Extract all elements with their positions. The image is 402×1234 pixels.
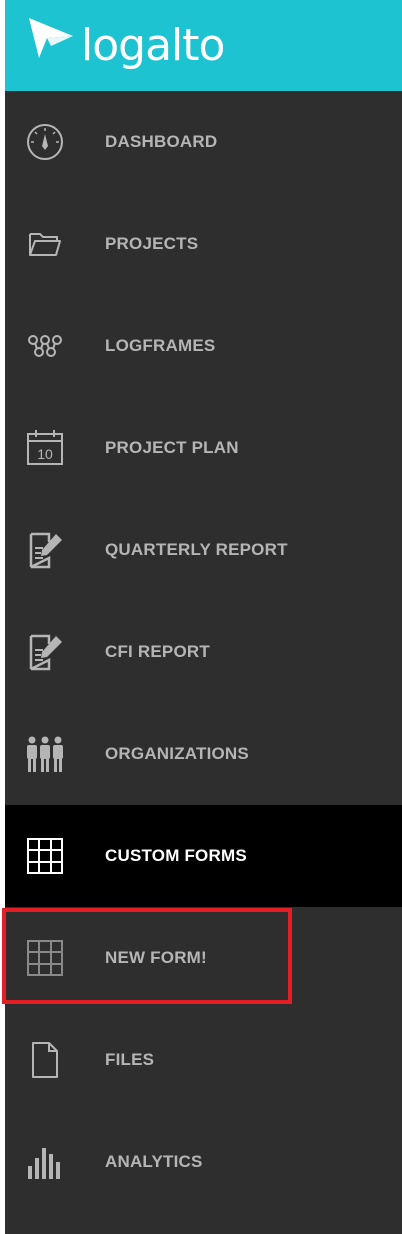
sidebar-item-logframes[interactable]: LOGFRAMES — [5, 295, 402, 397]
sidebar-item-dashboard[interactable]: DASHBOARD — [5, 91, 402, 193]
sidebar-nav: DASHBOARD PROJECTS LOGFRAMES 10 PROJECT … — [5, 91, 402, 1213]
report-edit-icon — [24, 529, 66, 571]
sidebar-item-organizations[interactable]: ORGANIZATIONS — [5, 703, 402, 805]
svg-text:10: 10 — [37, 446, 53, 462]
sidebar: logalto DASHBOARD PROJECTS LOGFRAMES 10 … — [5, 0, 402, 1234]
sidebar-item-label: CUSTOM FORMS — [105, 846, 247, 865]
sidebar-item-custom-forms[interactable]: CUSTOM FORMS — [5, 805, 402, 907]
brand-name: logalto — [81, 20, 225, 71]
folder-icon — [24, 223, 66, 265]
sidebar-item-label: QUARTERLY REPORT — [105, 540, 288, 559]
bar-chart-icon — [24, 1141, 66, 1183]
report-edit-icon — [24, 631, 66, 673]
sidebar-item-label: ANALYTICS — [105, 1152, 203, 1171]
sidebar-item-quarterly-report[interactable]: QUARTERLY REPORT — [5, 499, 402, 601]
calendar-icon: 10 — [24, 427, 66, 469]
sidebar-item-label: ORGANIZATIONS — [105, 744, 249, 763]
dashboard-gauge-icon — [24, 121, 66, 163]
sidebar-item-label: PROJECTS — [105, 234, 199, 253]
brand-header[interactable]: logalto — [5, 0, 402, 91]
logalto-logo-icon — [29, 18, 73, 58]
sidebar-item-files[interactable]: FILES — [5, 1009, 402, 1111]
sidebar-item-label: LOGFRAMES — [105, 336, 216, 355]
sidebar-item-label: DASHBOARD — [105, 132, 218, 151]
sidebar-item-cfi-report[interactable]: CFI REPORT — [5, 601, 402, 703]
sidebar-item-analytics[interactable]: ANALYTICS — [5, 1111, 402, 1213]
grid-icon — [24, 937, 66, 979]
sidebar-item-label: NEW FORM! — [105, 948, 207, 967]
file-icon — [24, 1039, 66, 1081]
people-group-icon — [24, 733, 66, 775]
grid-icon — [24, 835, 66, 877]
sidebar-item-label: CFI REPORT — [105, 642, 210, 661]
sidebar-item-label: FILES — [105, 1050, 155, 1069]
sidebar-item-new-form[interactable]: NEW FORM! — [5, 907, 402, 1009]
sidebar-item-label: PROJECT PLAN — [105, 438, 239, 457]
sidebar-item-project-plan[interactable]: 10 PROJECT PLAN — [5, 397, 402, 499]
logframe-nodes-icon — [24, 325, 66, 367]
sidebar-item-projects[interactable]: PROJECTS — [5, 193, 402, 295]
